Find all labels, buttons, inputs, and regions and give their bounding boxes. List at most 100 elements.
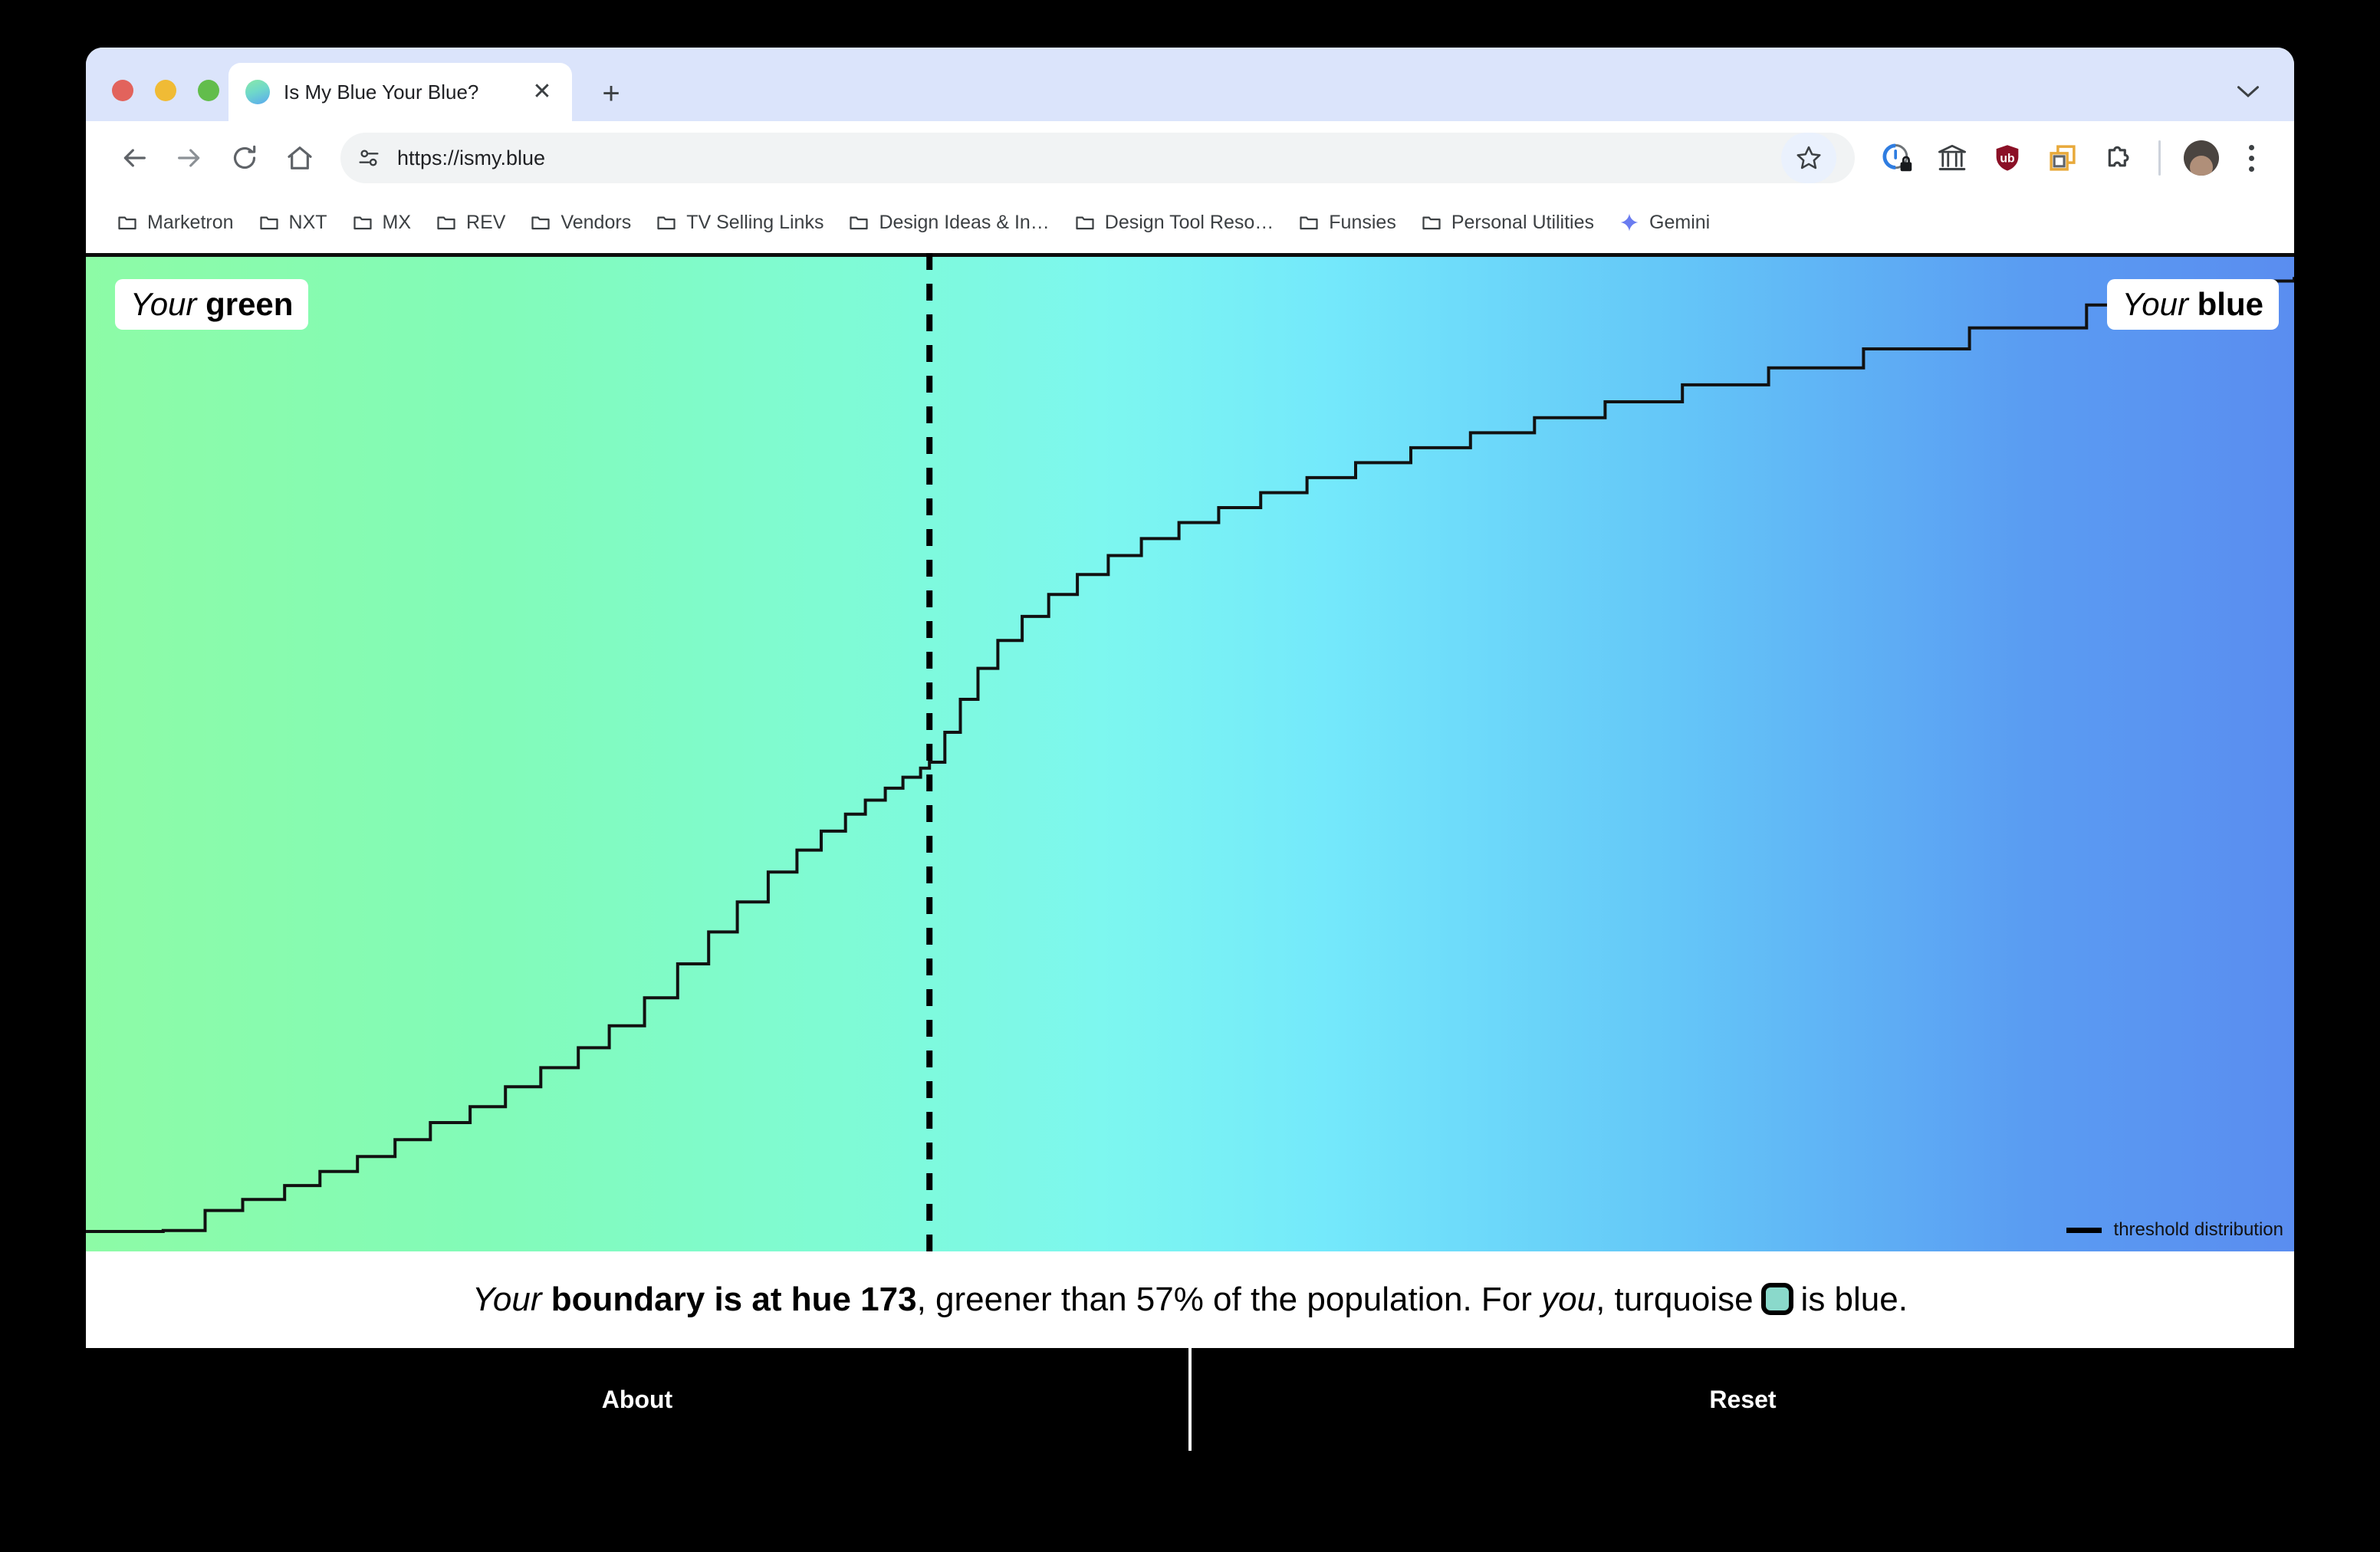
tabstrip-menu-button[interactable] [2228,78,2268,106]
folder-icon [1422,216,1441,230]
reload-button[interactable] [219,133,270,183]
bookmark-label: Design Tool Reso… [1104,211,1274,233]
puzzle-icon [2108,146,2129,167]
result-caption: Your boundary is at hue 173, greener tha… [86,1251,2294,1348]
caption-boundary: boundary is at hue 173 [551,1281,917,1318]
close-icon[interactable]: ✕ [529,81,555,104]
star-icon [1797,146,1821,169]
your-blue-badge: Your blue [2106,279,2279,330]
privacy-lock-icon [1882,143,1912,172]
bookmark-label: NXT [288,211,327,233]
arrow-right-icon [178,149,200,167]
boundary-color-swatch [1760,1283,1793,1315]
address-bar[interactable]: https://ismy.blue [340,133,1855,183]
folder-icon [437,216,455,230]
gradient-circle-favicon [245,80,270,104]
page-content: Your green Your blue threshold distribut… [86,250,2294,1451]
caption-middle: , greener than 57% of the population. Fo… [916,1281,1542,1318]
browser-toolbar: https://ismy.blue ub [86,121,2294,195]
your-green-prefix: Your [130,286,197,322]
bookmark-star-icon[interactable] [1781,133,1836,183]
bookmark-label: Gemini [1649,211,1711,233]
bookmark-funsies[interactable]: Funsies [1287,206,1407,240]
extensions-puzzle-icon[interactable] [2092,133,2143,183]
caption-your: Your [472,1281,542,1318]
bookmark-label: Funsies [1329,211,1396,233]
legend-label: threshold distribution [2113,1219,2283,1240]
bookmark-marketron[interactable]: Marketron [106,206,245,240]
new-tab-button[interactable]: + [593,78,629,109]
bookmark-label: Design Ideas & In… [879,211,1050,233]
tab-strip: Is My Blue Your Blue? ✕ + [86,48,2294,121]
bookmark-personal-utilities[interactable]: Personal Utilities [1410,206,1605,240]
caption-text: Your boundary is at hue 173, greener tha… [472,1281,1908,1319]
bank-icon [1938,144,1967,171]
profile-avatar-image [2184,140,2219,176]
window-copy-icon [2050,145,2076,171]
bookmark-design-tool-resources[interactable]: Design Tool Reso… [1063,206,1284,240]
bookmark-mx[interactable]: MX [341,206,422,240]
bookmark-design-ideas[interactable]: Design Ideas & In… [837,206,1060,240]
threshold-step-line [86,277,2294,1231]
ublock-shield-icon[interactable]: ub [1982,133,2033,183]
bookmark-gemini[interactable]: Gemini [1608,206,1721,240]
your-blue-word: blue [2197,286,2263,322]
bookmark-nxt[interactable]: NXT [248,206,338,240]
window-copy-icon[interactable] [2037,133,2088,183]
toolbar-divider [2158,140,2161,176]
url-text: https://ismy.blue [397,146,546,169]
privacy-lock-icon[interactable] [1872,133,1922,183]
home-icon [288,146,312,169]
bookmark-label: REV [466,211,506,233]
bookmark-label: MX [382,211,412,233]
bookmark-rev[interactable]: REV [425,206,516,240]
archive-bank-icon[interactable] [1927,133,1977,183]
action-bar: About Reset [86,1348,2294,1451]
threshold-distribution-chart[interactable]: Your green Your blue threshold distribut… [86,253,2294,1251]
browser-window: Is My Blue Your Blue? ✕ + https://ismy.b… [86,48,2294,1451]
reload-icon [233,145,256,169]
bookmark-label: Vendors [560,211,632,233]
caption-you: you [1541,1281,1596,1318]
folder-icon [657,216,676,230]
svg-text:ub: ub [2000,152,2014,165]
maximize-window-button[interactable] [198,80,219,101]
tab-title: Is My Blue Your Blue? [284,80,479,104]
forward-button[interactable] [164,133,215,183]
folder-icon [850,216,869,230]
arrow-left-icon [123,149,146,167]
folder-icon [1300,216,1318,230]
site-settings-icon [359,150,379,166]
chevron-down-icon [2237,86,2259,98]
your-green-word: green [205,286,294,322]
bookmark-tv-selling-links[interactable]: TV Selling Links [645,206,834,240]
bookmarks-bar: Marketron NXT MX REV Vendors TV Selling … [86,195,2294,250]
chart-legend: threshold distribution [2066,1219,2283,1241]
avatar[interactable] [2176,133,2227,183]
back-button[interactable] [109,133,159,183]
folder-icon [118,216,136,230]
folder-icon [531,216,551,230]
chart-plot [86,253,2294,1251]
reset-button[interactable]: Reset [1192,1348,2294,1451]
gemini-sparkle-icon [1620,213,1639,232]
folder-icon [353,216,372,230]
bookmark-label: Personal Utilities [1451,211,1595,233]
home-button[interactable] [274,133,325,183]
browser-tab[interactable]: Is My Blue Your Blue? ✕ [228,63,572,121]
about-button[interactable]: About [86,1348,1188,1451]
minimize-window-button[interactable] [155,80,176,101]
caption-tail: , turquoise [1596,1281,1754,1318]
bookmark-vendors[interactable]: Vendors [519,206,642,240]
legend-line-icon [2066,1227,2102,1233]
bookmark-label: TV Selling Links [686,211,824,233]
folder-icon [259,216,278,230]
your-blue-prefix: Your [2122,286,2188,322]
your-green-badge: Your green [115,279,309,330]
window-controls [112,80,219,101]
close-window-button[interactable] [112,80,133,101]
bookmark-label: Marketron [147,211,234,233]
browser-menu-button[interactable] [2231,133,2271,183]
caption-end: is blue. [1800,1281,1908,1318]
folder-icon [1076,216,1094,230]
